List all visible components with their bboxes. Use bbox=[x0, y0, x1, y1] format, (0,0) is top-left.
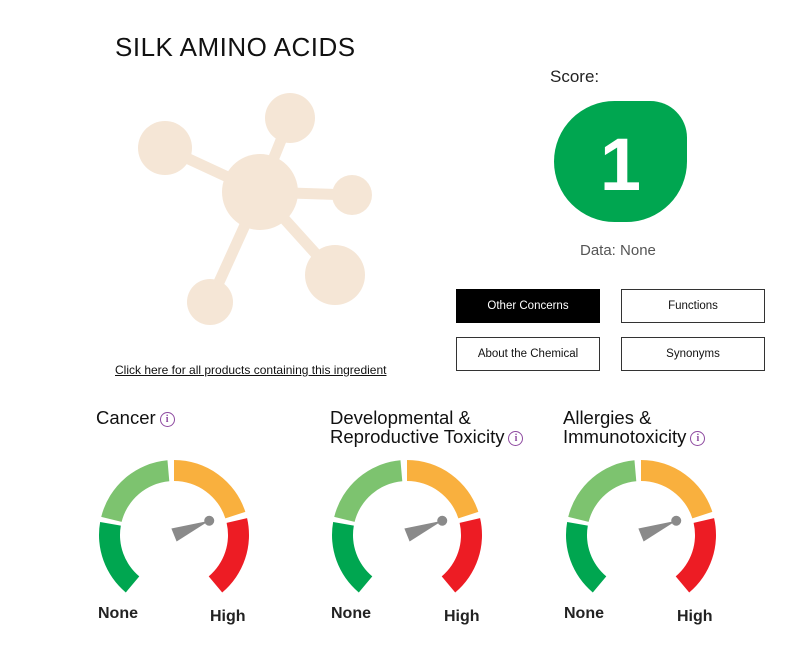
other-concerns-button[interactable]: Other Concerns bbox=[456, 289, 600, 323]
gauge-none-label: None bbox=[331, 605, 371, 622]
score-label: Score: bbox=[550, 67, 600, 86]
concern-title: Developmental & Reproductive Toxicity i bbox=[330, 408, 560, 446]
concern-title-line2: Immunotoxicity bbox=[563, 426, 687, 447]
info-icon[interactable]: i bbox=[508, 431, 524, 446]
functions-button[interactable]: Functions bbox=[621, 289, 765, 323]
gauge-segment-high bbox=[675, 518, 716, 593]
concern-title-line1: Cancer bbox=[96, 407, 156, 428]
gauge-needle-cap bbox=[437, 515, 448, 526]
gauge-segment-low-moderate bbox=[568, 460, 637, 522]
gauge-high-label: High bbox=[210, 608, 246, 625]
concern-title-line1: Developmental & bbox=[330, 407, 471, 428]
gauge-segment-moderate bbox=[641, 460, 713, 519]
gauge-segment-moderate bbox=[407, 460, 479, 519]
gauge-needle-cap bbox=[671, 515, 682, 526]
gauge-segment-high bbox=[441, 518, 482, 593]
gauge-needle bbox=[171, 520, 210, 542]
gauge-segment-low bbox=[99, 521, 140, 593]
info-icon[interactable]: i bbox=[690, 431, 706, 446]
gauge-segment-low-moderate bbox=[334, 460, 403, 522]
score-badge: 1 bbox=[554, 101, 687, 222]
gauge-none-label: None bbox=[98, 605, 138, 622]
gauge-needle-cap bbox=[204, 515, 215, 526]
data-availability: Data: None bbox=[580, 242, 656, 259]
gauge-needle bbox=[404, 520, 443, 542]
concern-developmental: Developmental & Reproductive Toxicity i bbox=[330, 408, 560, 446]
synonyms-button[interactable]: Synonyms bbox=[621, 337, 765, 371]
developmental-gauge bbox=[332, 460, 482, 593]
gauge-segment-moderate bbox=[174, 460, 246, 519]
ingredient-title: SILK AMINO ACIDS bbox=[115, 32, 356, 62]
cancer-gauge bbox=[99, 460, 249, 593]
score-value: 1 bbox=[599, 123, 642, 206]
concern-title: Cancer i bbox=[96, 408, 326, 427]
gauge-segment-high bbox=[208, 518, 249, 593]
gauge-segment-low bbox=[332, 521, 373, 593]
gauge-segment-low-moderate bbox=[101, 460, 170, 522]
gauge-none-label: None bbox=[564, 605, 604, 622]
info-icon[interactable]: i bbox=[159, 412, 175, 427]
concern-title: Allergies & Immunotoxicity i bbox=[563, 408, 793, 446]
gauge-high-label: High bbox=[444, 608, 480, 625]
about-chemical-button[interactable]: About the Chemical bbox=[456, 337, 600, 371]
concern-title-line1: Allergies & bbox=[563, 407, 652, 428]
gauge-segment-low bbox=[566, 521, 607, 593]
gauge-high-label: High bbox=[677, 608, 713, 625]
molecule-icon bbox=[138, 93, 372, 325]
concern-title-line2: Reproductive Toxicity bbox=[330, 426, 505, 447]
concern-allergies: Allergies & Immunotoxicity i bbox=[563, 408, 793, 446]
all-products-link[interactable]: Click here for all products containing t… bbox=[115, 363, 386, 377]
allergies-gauge bbox=[566, 460, 716, 593]
concern-cancer: Cancer i bbox=[96, 408, 326, 427]
gauge-needle bbox=[638, 520, 677, 542]
